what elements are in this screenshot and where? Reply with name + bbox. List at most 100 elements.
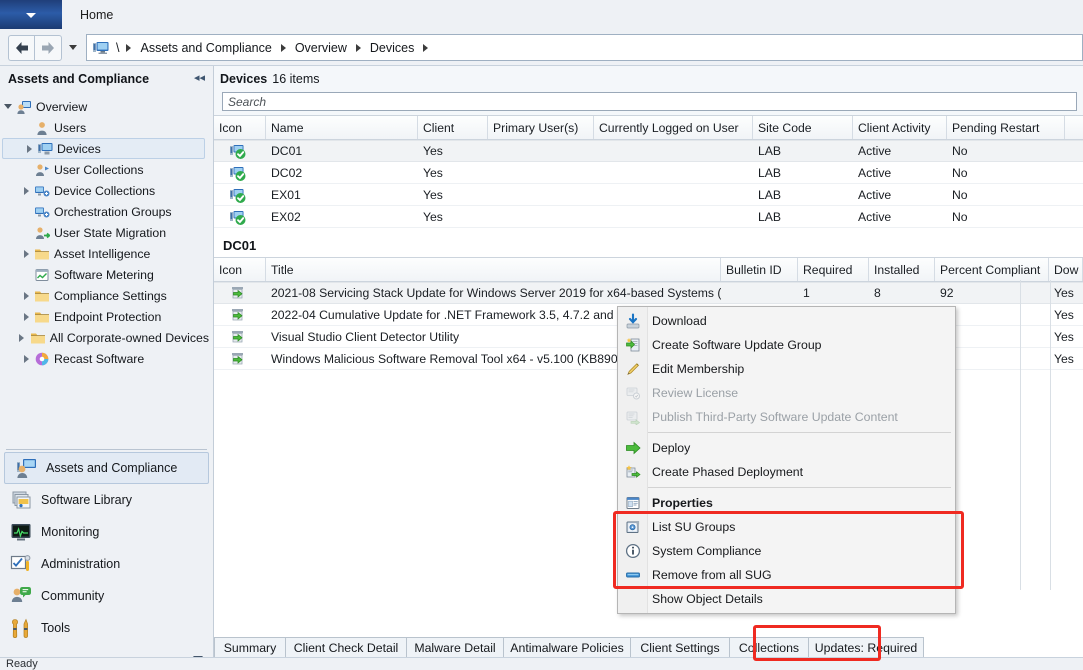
context-menu-item-create-phased-deployment[interactable]: Create Phased Deployment xyxy=(618,460,955,484)
sidebar-item-compliance-settings[interactable]: Compliance Settings xyxy=(0,285,213,306)
sidebar-item-device-collections[interactable]: Device Collections xyxy=(0,180,213,201)
updates-column-header[interactable]: Icon xyxy=(214,258,266,281)
tree-expander[interactable] xyxy=(18,201,34,222)
sidebar-item-user-state-migration[interactable]: User State Migration xyxy=(0,222,213,243)
tab-label: Client Check Detail xyxy=(293,640,399,655)
breadcrumb-separator-icon[interactable] xyxy=(355,43,361,52)
devices-row[interactable]: DC01 Yes LAB Active No xyxy=(214,140,1083,162)
updates-column-header[interactable]: Dow xyxy=(1049,258,1083,281)
context-menu-item-deploy[interactable]: Deploy xyxy=(618,436,955,460)
tree-expander[interactable] xyxy=(18,117,34,138)
devices-column-header[interactable] xyxy=(1065,116,1083,139)
updates-column-header[interactable]: Required xyxy=(798,258,869,281)
breadcrumb-separator-icon[interactable] xyxy=(423,43,429,52)
sidebar-item-orchestration-groups[interactable]: Orchestration Groups xyxy=(0,201,213,222)
tab-client-check-detail[interactable]: Client Check Detail xyxy=(285,637,407,657)
context-menu-item-list-su-groups[interactable]: List SU Groups xyxy=(618,515,955,539)
context-menu-item-system-compliance[interactable]: System Compliance xyxy=(618,539,955,563)
tab-updates-required[interactable]: Updates: Required xyxy=(808,637,924,657)
context-menu-item-edit-membership[interactable]: Edit Membership xyxy=(618,357,955,381)
tab-client-settings[interactable]: Client Settings xyxy=(630,637,730,657)
updates-column-header[interactable]: Percent Compliant xyxy=(935,258,1049,281)
ribbon-tab-home[interactable]: Home xyxy=(68,0,125,29)
breadcrumb-item-0[interactable]: Assets and Compliance xyxy=(136,41,275,55)
tree-expander[interactable] xyxy=(0,96,16,117)
devices-column-header[interactable]: Site Code xyxy=(753,116,853,139)
devices-row[interactable]: DC02 Yes LAB Active No xyxy=(214,162,1083,184)
workspace-monitoring[interactable]: Monitoring xyxy=(0,516,213,548)
workspace-tools[interactable]: Tools xyxy=(0,612,213,644)
expand-chevron-icon[interactable] xyxy=(23,312,29,321)
tab-collections[interactable]: Collections xyxy=(729,637,809,657)
sidebar-item-software-metering[interactable]: Software Metering xyxy=(0,264,213,285)
devices-column-header[interactable]: Icon xyxy=(214,116,266,139)
sidebar-item-all-corporate-owned-devices[interactable]: All Corporate-owned Devices xyxy=(0,327,213,348)
workspace-administration[interactable]: Administration xyxy=(0,548,213,580)
devices-column-header[interactable]: Primary User(s) xyxy=(488,116,594,139)
expand-chevron-icon[interactable] xyxy=(23,354,29,363)
back-button[interactable] xyxy=(8,35,35,61)
tree-expander[interactable] xyxy=(18,306,34,327)
updates-column-header[interactable]: Installed xyxy=(869,258,935,281)
breadcrumb-item-2[interactable]: Devices xyxy=(366,41,418,55)
devices-row[interactable]: EX01 Yes LAB Active No xyxy=(214,184,1083,206)
context-menu-item-download[interactable]: Download xyxy=(618,309,955,333)
tree-expander[interactable] xyxy=(18,222,34,243)
history-dropdown-button[interactable] xyxy=(64,35,82,59)
cell- xyxy=(1065,184,1083,206)
tree-expander[interactable] xyxy=(18,159,34,180)
devices-column-header[interactable]: Name xyxy=(266,116,418,139)
expand-chevron-icon[interactable] xyxy=(26,144,32,153)
expand-chevron-icon[interactable] xyxy=(23,186,29,195)
tab-summary[interactable]: Summary xyxy=(214,637,286,657)
workspace-software-library[interactable]: Software Library xyxy=(0,484,213,516)
breadcrumb-separator-icon[interactable] xyxy=(280,43,286,52)
forward-button[interactable] xyxy=(34,35,62,61)
workspace-assets-and-compliance[interactable]: Assets and Compliance xyxy=(4,452,209,484)
context-menu-item-create-software-update-group[interactable]: Create Software Update Group xyxy=(618,333,955,357)
devices-column-header[interactable]: Currently Logged on User xyxy=(594,116,753,139)
expand-chevron-icon[interactable] xyxy=(23,291,29,300)
devices-column-header[interactable]: Client Activity xyxy=(853,116,947,139)
tree-expander[interactable] xyxy=(21,138,37,159)
column-header-label: Installed xyxy=(874,262,920,277)
tree-expander[interactable] xyxy=(14,327,30,348)
breadcrumb-separator-icon[interactable] xyxy=(126,43,132,52)
workspace-community[interactable]: Community xyxy=(0,580,213,612)
cell-client-activity: Active xyxy=(858,165,892,180)
sidebar-item-devices[interactable]: Devices xyxy=(2,138,205,159)
tab-malware-detail[interactable]: Malware Detail xyxy=(406,637,504,657)
sidebar-item-overview[interactable]: Overview xyxy=(0,96,213,117)
collapse-chevron-icon[interactable] xyxy=(4,104,12,109)
context-menu-item-remove-from-all-sug[interactable]: Remove from all SUG xyxy=(618,563,955,587)
updates-column-header[interactable]: Bulletin ID xyxy=(721,258,798,281)
tree-expander[interactable] xyxy=(18,264,34,285)
expand-chevron-icon[interactable] xyxy=(23,249,29,258)
devices-row[interactable]: EX02 Yes LAB Active No xyxy=(214,206,1083,228)
cell-pending-restart: No xyxy=(952,209,968,224)
expand-chevron-icon[interactable] xyxy=(19,333,25,342)
sidebar-item-recast-software[interactable]: Recast Software xyxy=(0,348,213,369)
breadcrumb[interactable]: \ Assets and Compliance Overview Devices xyxy=(86,34,1083,61)
tree-expander[interactable] xyxy=(18,348,34,369)
tree-expander[interactable] xyxy=(18,285,34,306)
context-menu[interactable]: Download Create Software Update Group Edit… xyxy=(617,306,956,614)
quick-access-toolbar-button[interactable] xyxy=(0,0,62,29)
search-input[interactable]: Search xyxy=(222,92,1077,111)
sidebar-item-asset-intelligence[interactable]: Asset Intelligence xyxy=(0,243,213,264)
sidebar-item-endpoint-protection[interactable]: Endpoint Protection xyxy=(0,306,213,327)
breadcrumb-item-1[interactable]: Overview xyxy=(291,41,351,55)
context-menu-item-show-object-details[interactable]: Show Object Details xyxy=(618,587,955,611)
sidebar-item-users[interactable]: Users xyxy=(0,117,213,138)
collapse-left-icon[interactable]: ◂◂ xyxy=(194,72,205,84)
updates-row[interactable]: 2021-08 Servicing Stack Update for Windo… xyxy=(214,282,1083,304)
updates-column-header[interactable]: Title xyxy=(266,258,721,281)
breadcrumb-root[interactable]: \ xyxy=(114,41,121,55)
tree-expander[interactable] xyxy=(18,180,34,201)
devices-column-header[interactable]: Client xyxy=(418,116,488,139)
devices-column-header[interactable]: Pending Restart xyxy=(947,116,1065,139)
context-menu-item-properties[interactable]: Properties xyxy=(618,491,955,515)
sidebar-item-user-collections[interactable]: User Collections xyxy=(0,159,213,180)
tab-antimalware-policies[interactable]: Antimalware Policies xyxy=(503,637,631,657)
tree-expander[interactable] xyxy=(18,243,34,264)
